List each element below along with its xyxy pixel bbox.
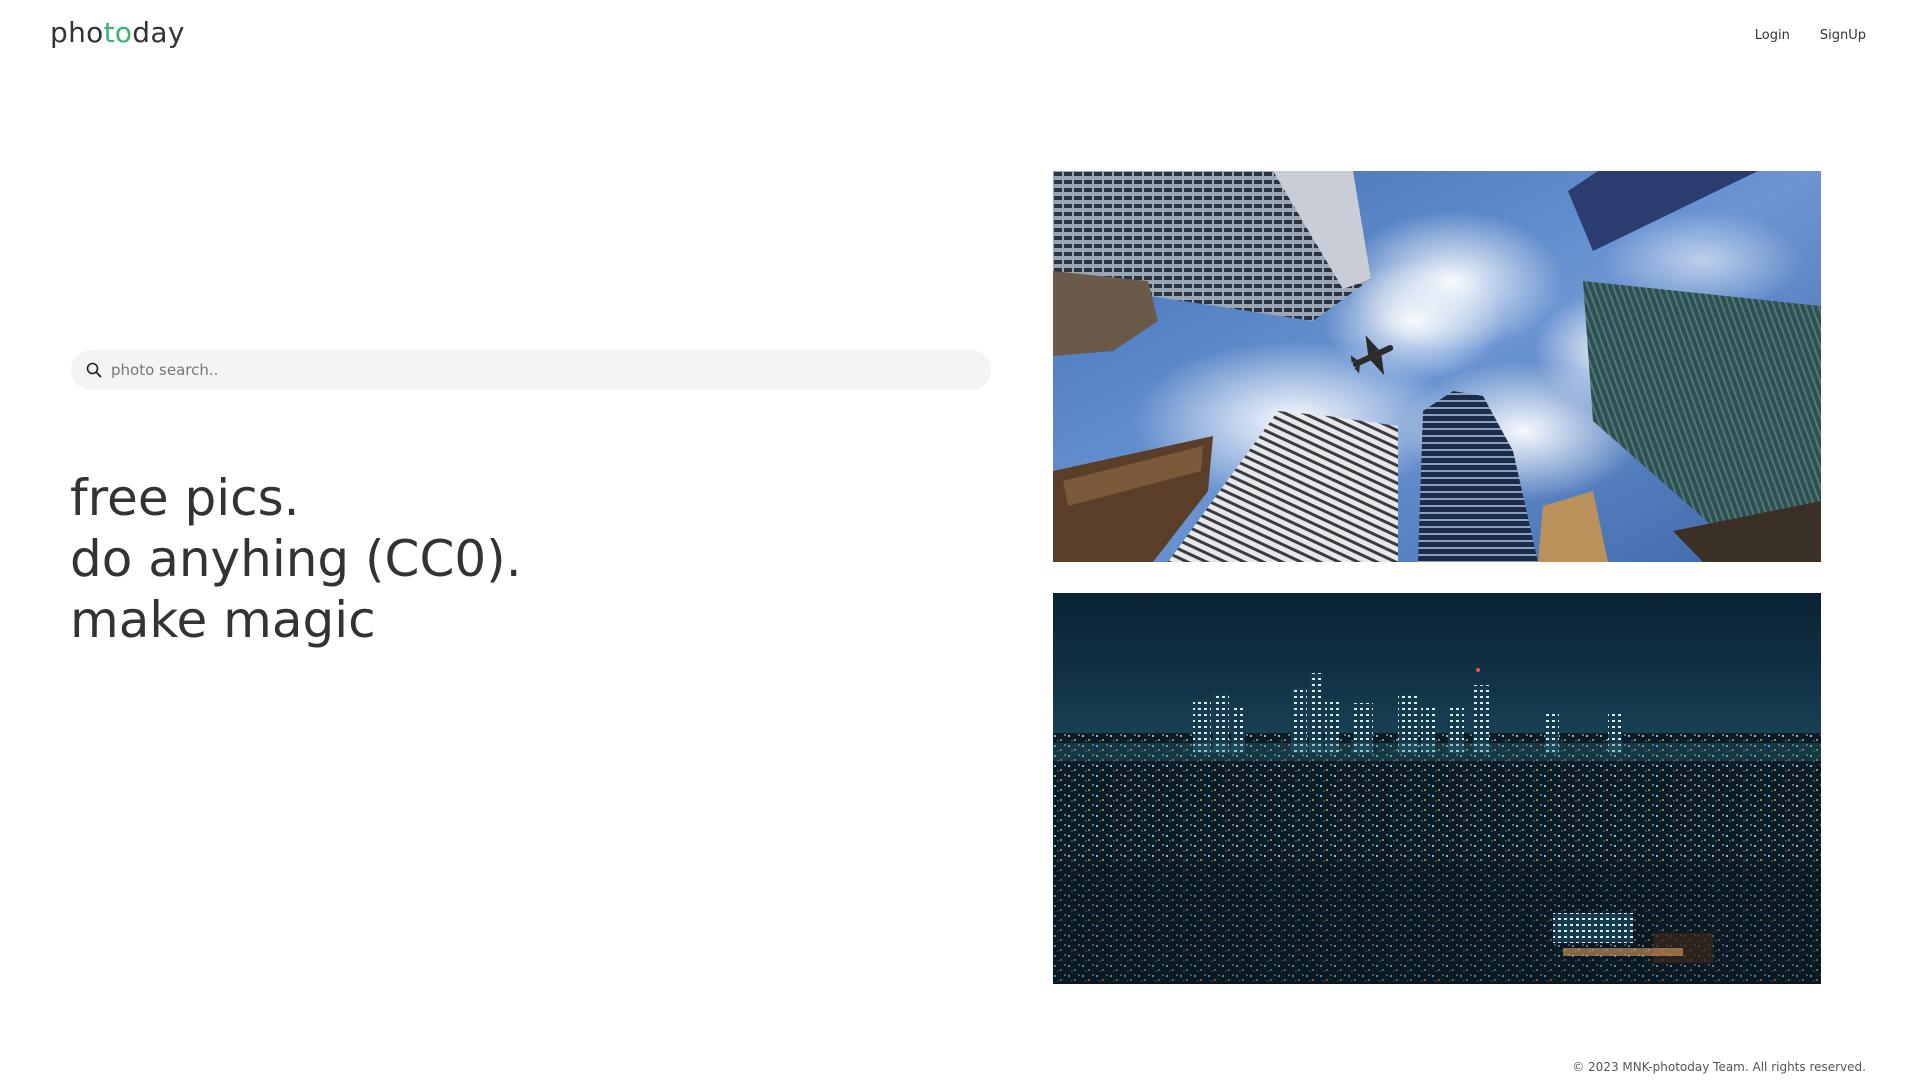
signup-link[interactable]: SignUp [1820,28,1866,43]
logo-text-end: day [132,16,185,49]
hero-line-2: do anyhing (CC0). [70,530,522,588]
top-nav: Login SignUp [1755,28,1866,43]
photo-night-city[interactable] [1053,593,1821,984]
search-input[interactable] [111,361,971,379]
search-bar[interactable] [71,350,991,390]
search-icon[interactable] [85,361,103,379]
hero-line-1: free pics. [70,469,300,527]
photo-skyscrapers[interactable] [1053,171,1821,562]
page: photoday Login SignUp free pics. do anyh… [0,0,1920,1080]
footer-copyright: © 2023 MNK-photoday Team. All rights res… [1572,1060,1866,1074]
logo-text-start: pho [50,16,104,49]
hero-tagline: free pics. do anyhing (CC0). make magic [70,468,522,651]
login-link[interactable]: Login [1755,28,1790,43]
hero-line-3: make magic [70,591,376,649]
site-logo[interactable]: photoday [50,16,185,49]
logo-text-accent: to [103,16,133,49]
